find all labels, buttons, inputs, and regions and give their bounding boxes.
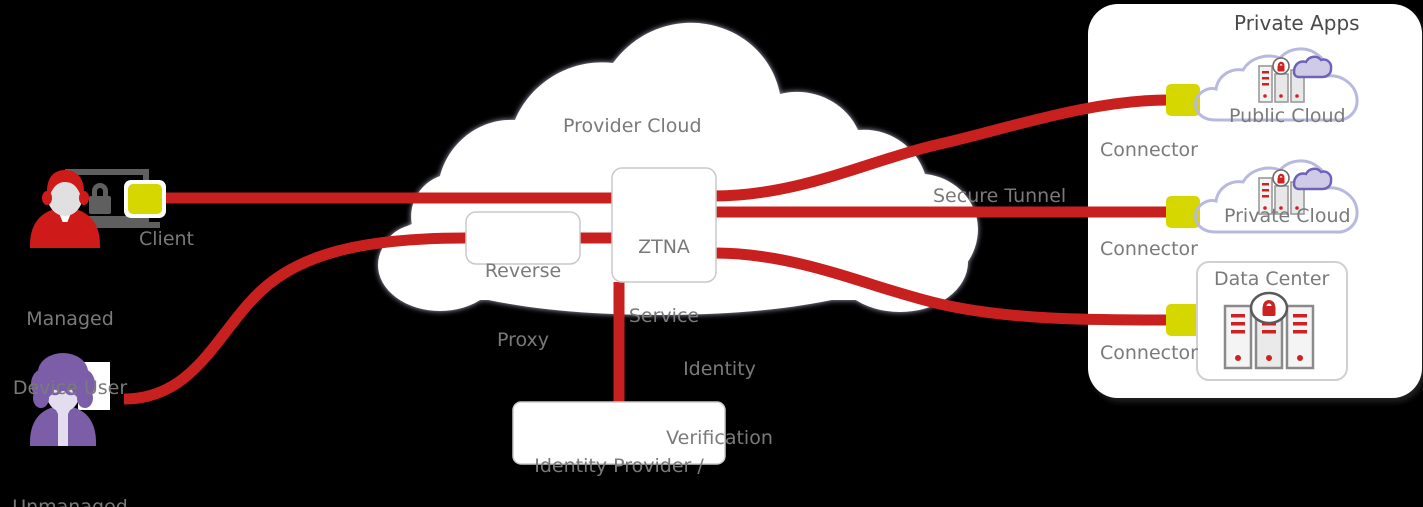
provider-cloud-title: Provider Cloud [563,115,702,137]
managed-user-label-line2: Device User [12,377,128,399]
public-cloud-label: Public Cloud [1229,105,1346,127]
client-label: Client [139,228,195,250]
connector-label-public-cloud: Connector [1100,139,1198,161]
connector-label-private-cloud: Connector [1100,238,1198,260]
reverse-proxy-label-line1: Reverse [484,260,562,282]
identity-provider-label: Identity Provider / SSO [513,409,725,507]
client-connector-box[interactable] [124,180,166,218]
ztna-service-label-line1: ZTNA [638,236,690,258]
private-apps-title: Private Apps [1234,11,1360,35]
managed-user-label: Managed Device User [0,262,140,446]
unmanaged-user-label: Unmanaged Device User [0,450,140,507]
identity-verification-line1: Identity [683,358,756,380]
secure-tunnel-label: Secure Tunnel [933,185,1067,207]
identity-provider-line1: Identity Provider / [534,455,704,477]
connector-label-data-center: Connector [1100,342,1198,364]
ztna-architecture-diagram: Managed Device User Client Unmanaged Dev… [0,0,1423,507]
private-cloud-label: Private Cloud [1224,205,1351,227]
unmanaged-user-label-line1: Unmanaged [12,496,128,507]
reverse-proxy-label-line2: Proxy [496,329,550,351]
managed-user-label-line1: Managed [26,308,114,330]
reverse-proxy-label: Reverse Proxy [466,214,580,398]
data-center-label: Data Center [1214,268,1330,290]
connector-box-data-center[interactable] [1166,304,1200,336]
